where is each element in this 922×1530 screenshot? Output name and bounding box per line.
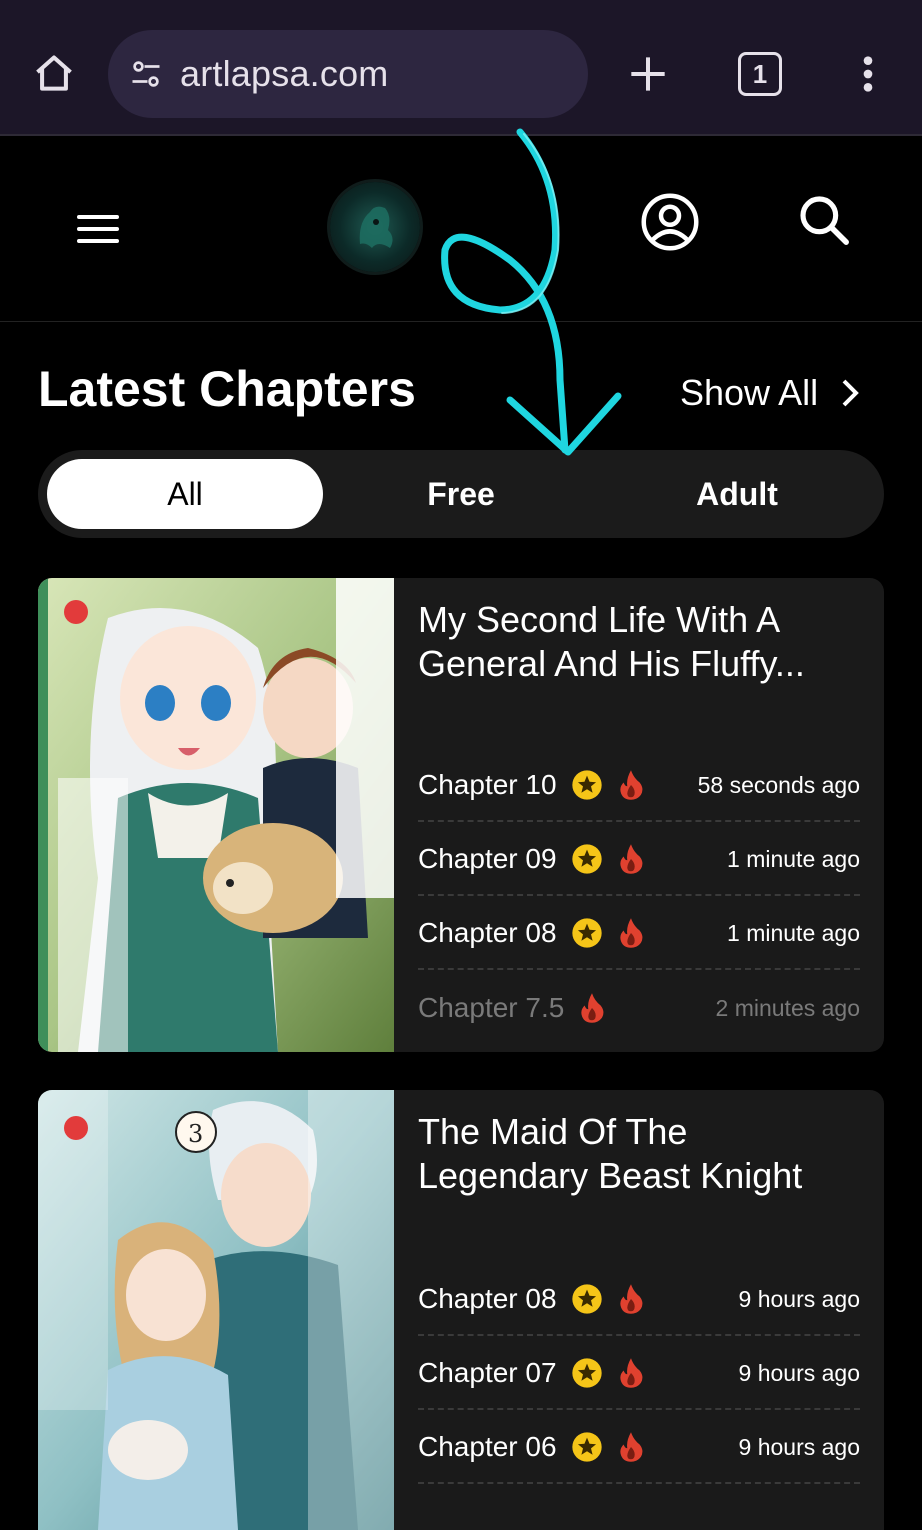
chapter-name: Chapter 7.5 xyxy=(418,992,565,1023)
fire-icon xyxy=(619,1284,642,1314)
chapter-row[interactable]: Chapter 09 1 minute ago xyxy=(418,824,860,896)
plus-icon xyxy=(631,57,665,91)
fire-icon xyxy=(619,770,642,800)
chapter-row[interactable]: Chapter 7.5 2 minutes ago xyxy=(418,972,860,1044)
chapter-time: 2 minutes ago xyxy=(715,994,860,1021)
fire-icon xyxy=(619,844,642,874)
filter-tabs: All Free Adult xyxy=(38,450,884,538)
home-icon xyxy=(36,55,72,91)
browser-toolbar: artlapsa.com 1 xyxy=(0,0,922,136)
chapter-row[interactable]: Chapter 10 58 seconds ago xyxy=(418,750,860,822)
site-logo[interactable] xyxy=(330,182,420,272)
chapter-time: 9 hours ago xyxy=(738,1285,860,1312)
search-button[interactable] xyxy=(796,192,852,252)
account-button[interactable] xyxy=(640,192,700,252)
fire-icon xyxy=(619,1358,642,1388)
new-tab-button[interactable] xyxy=(622,48,674,100)
fire-icon xyxy=(619,1432,642,1462)
account-icon xyxy=(641,193,699,251)
chapter-row[interactable]: Chapter 06 9 hours ago xyxy=(418,1412,860,1484)
fire-icon xyxy=(619,918,642,948)
tab-adult[interactable]: Adult xyxy=(599,459,875,529)
tab-free[interactable]: Free xyxy=(323,459,599,529)
search-icon xyxy=(800,196,849,245)
chapter-row[interactable]: Chapter 07 9 hours ago xyxy=(418,1338,860,1410)
svg-text:3: 3 xyxy=(188,1120,203,1148)
star-icon xyxy=(571,844,602,874)
browser-menu-button[interactable] xyxy=(848,48,888,100)
show-all-link[interactable]: Show All xyxy=(680,372,860,414)
star-icon xyxy=(571,918,602,948)
address-bar[interactable]: artlapsa.com xyxy=(108,30,588,118)
tab-all[interactable]: All xyxy=(47,459,323,529)
hamburger-icon xyxy=(77,215,119,243)
star-icon xyxy=(571,1284,602,1314)
manga-title[interactable]: The Maid Of The Legendary Beast Knight xyxy=(418,1110,858,1198)
section-title: Latest Chapters xyxy=(38,361,416,417)
site-info-icon[interactable] xyxy=(126,54,166,94)
url-text: artlapsa.com xyxy=(180,53,389,94)
manga-title[interactable]: My Second Life With A General And His Fl… xyxy=(418,598,858,686)
chapter-row[interactable]: Chapter 08 9 hours ago xyxy=(418,1264,860,1336)
star-icon xyxy=(571,770,602,800)
chapter-name: Chapter 07 xyxy=(418,1357,557,1388)
fire-icon xyxy=(581,993,604,1023)
chapter-row[interactable]: Chapter 08 1 minute ago xyxy=(418,898,860,970)
show-all-label: Show All xyxy=(680,372,819,413)
chapter-time: 9 hours ago xyxy=(738,1433,860,1460)
nav-menu-button[interactable] xyxy=(70,204,126,254)
chapter-name: Chapter 06 xyxy=(418,1431,557,1462)
chapter-name: Chapter 09 xyxy=(418,843,557,874)
star-icon xyxy=(571,1358,602,1388)
chapter-name: Chapter 08 xyxy=(418,1283,557,1314)
more-vert-icon xyxy=(863,56,873,92)
chapter-time: 1 minute ago xyxy=(727,919,860,946)
tab-count: 1 xyxy=(752,58,768,89)
chapter-time: 58 seconds ago xyxy=(697,771,860,798)
tab-switcher-button[interactable]: 1 xyxy=(738,52,782,96)
home-button[interactable] xyxy=(28,48,80,100)
chapter-time: 9 hours ago xyxy=(738,1359,860,1386)
chevron-right-icon xyxy=(842,379,859,407)
chapter-name: Chapter 08 xyxy=(418,917,557,948)
site-header xyxy=(0,138,922,322)
chapter-name: Chapter 10 xyxy=(418,769,557,800)
star-icon xyxy=(571,1432,602,1462)
manga-cover[interactable] xyxy=(38,578,394,1052)
manga-cover[interactable]: 3 xyxy=(38,1090,394,1530)
manga-card[interactable]: 3 The Maid Of The Legendary Beast Knight… xyxy=(38,1090,884,1530)
chapter-time: 1 minute ago xyxy=(727,845,860,872)
manga-card[interactable]: My Second Life With A General And His Fl… xyxy=(38,578,884,1052)
